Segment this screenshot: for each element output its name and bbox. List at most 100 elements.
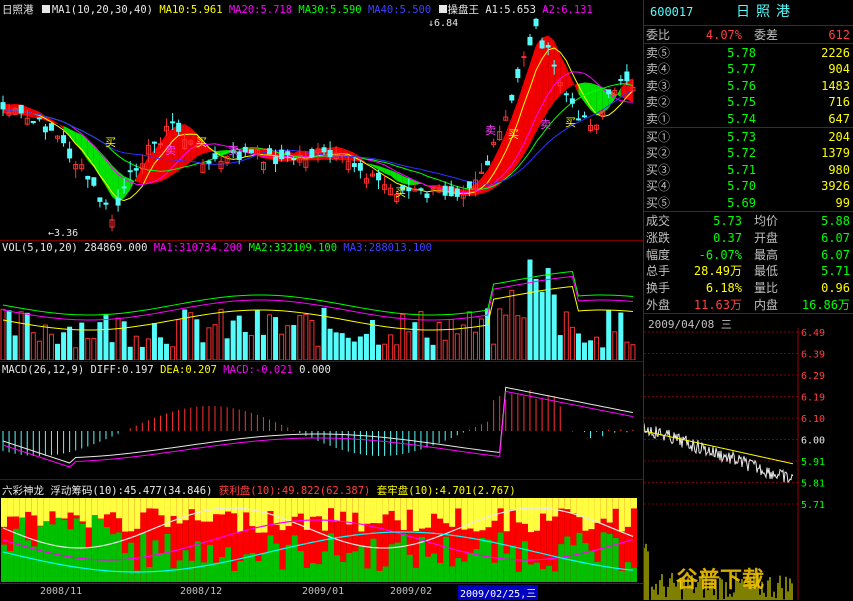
chip-profit-bar [110, 498, 117, 513]
intraday-chart[interactable]: 6.49 6.39 6.29 6.19 6.10 6.00 5.91 5.81 5.71 [644, 328, 853, 600]
chip-float-bar [291, 535, 298, 582]
volume-bar [581, 342, 587, 360]
chip-profit-bar [309, 498, 316, 517]
sell-row: 卖③ 5.76 1483 [646, 78, 852, 94]
band-segment [384, 168, 391, 176]
chip-float-bar [455, 558, 462, 582]
chip-profit-bar [594, 498, 601, 523]
chip-profit-bar [122, 498, 129, 532]
indicator-checkbox[interactable] [41, 5, 50, 13]
candle-body [515, 69, 521, 79]
intraday-tick-label: 6.19 [801, 393, 825, 404]
stat-value: 6.07 [821, 247, 850, 262]
volume-bar [575, 333, 581, 360]
chip-float-bar [67, 529, 74, 582]
candle-body [151, 141, 157, 144]
stat-value: 5.88 [821, 214, 850, 228]
chip-float-bar [261, 552, 268, 582]
volume-bar [345, 337, 351, 360]
chip-profit-bar [170, 498, 177, 516]
buy-level-label: 买⑤ [646, 195, 671, 210]
volume-bar [406, 331, 412, 360]
weibi-row: 委比 4.07% 委差 612 [646, 28, 850, 42]
chip-float-bar [352, 551, 359, 582]
volume-bar [6, 310, 12, 360]
macd-dea: DEA:0.207 [160, 364, 217, 376]
chip-profit-bar [49, 498, 56, 512]
chip-profit-bar [315, 498, 323, 517]
stat-value: 0.96 [821, 281, 850, 296]
candle-body [521, 56, 527, 59]
chip-float-bar [588, 550, 595, 582]
chip-float-bar [79, 523, 86, 582]
stat-row: 换手 6.18% 量比 0.96 [646, 280, 852, 296]
stat-value: 6.07 [821, 230, 850, 245]
volume-bar [254, 309, 260, 360]
chip-profit-bar [394, 498, 401, 521]
chip-float-bar [182, 550, 189, 582]
volume-bar [551, 294, 557, 360]
volume-bar [24, 312, 30, 360]
chip-profit-bar [225, 498, 232, 512]
candle-body [103, 202, 109, 205]
volume-bar [267, 314, 273, 360]
chip-chart[interactable] [0, 498, 643, 582]
buy-level-label: 买② [646, 146, 671, 161]
x-axis: 2008/11 2008/12 2009/01 2009/02 2009/02/… [0, 583, 643, 601]
chip-profit-bar [449, 498, 456, 527]
stat-value: 5.73 [713, 214, 742, 228]
volume-bar [388, 334, 394, 360]
buy-level-label: 买④ [646, 179, 671, 194]
chip-float-bar [225, 547, 232, 582]
indicator-checkbox-2[interactable] [438, 5, 447, 13]
chip-profit-bar [370, 498, 377, 524]
volume-bar [61, 332, 67, 360]
chip-profit-bar [267, 498, 274, 511]
sell-price: 5.74 [727, 111, 756, 126]
chip-float-bar [461, 561, 468, 582]
stat-label: 换手 [646, 281, 671, 296]
chip-float-bar [315, 564, 323, 582]
candle-body [509, 94, 515, 101]
chip-float-bar [382, 566, 389, 582]
chip-profit-bar [497, 498, 504, 509]
chip-float-bar [194, 541, 201, 582]
sell-level-label: 卖③ [646, 78, 671, 93]
chip-float-bar [176, 560, 183, 582]
chip-header: 六彩神龙 浮动筹码(10):45.477(34.846) 获利盘(10):49.… [2, 483, 516, 498]
chip-float-bar [552, 571, 559, 582]
volume-bar [206, 327, 212, 360]
stat-label: 幅度 [646, 247, 671, 262]
intraday-avg-line [644, 430, 794, 465]
volume-bar [357, 336, 363, 360]
chip-profit-bar [303, 498, 310, 530]
volume-bar [236, 315, 242, 360]
chip-float-bar [394, 542, 401, 582]
chip-profit-bar [624, 498, 631, 527]
volume-bar [242, 331, 248, 360]
candle-body [67, 148, 73, 159]
chip-float-bar [231, 570, 238, 582]
candle-body [48, 123, 54, 131]
chip-profit-bar [431, 498, 438, 514]
chip-profit-bar [25, 498, 32, 512]
chip-profit-bar [146, 498, 153, 509]
candle-body [267, 148, 273, 155]
chip-float-bar [279, 569, 286, 582]
chip-profit-bar [364, 498, 371, 524]
volume-bar [164, 343, 170, 360]
chip-float-bar [19, 517, 26, 582]
macd-chart[interactable] [0, 376, 643, 478]
intraday-price-line [644, 423, 794, 484]
volume-chart[interactable] [0, 256, 643, 360]
volume-bar [176, 319, 182, 360]
volume-bar [230, 320, 236, 360]
chip-float-bar [37, 526, 44, 582]
volume-ma2: MA2:332109.100 [248, 242, 338, 254]
cursor-date: 2009/02/25,三 [458, 585, 539, 600]
stat-label: 总手 [646, 264, 671, 279]
volume-bar [194, 319, 200, 360]
stat-row: 幅度 -6.07% 最高 6.07 [646, 247, 852, 263]
chip-profit-bar [443, 498, 450, 524]
buy-volume: 204 [828, 130, 850, 144]
